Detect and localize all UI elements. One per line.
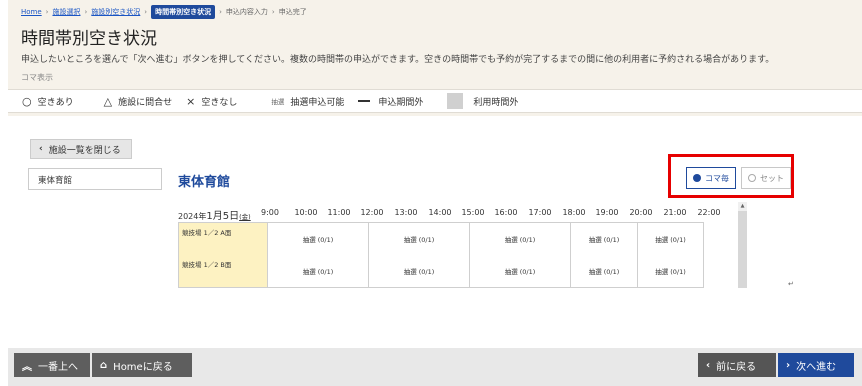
time-slot-cell[interactable]: 抽選 (0/1) xyxy=(470,223,571,255)
time-slot-cell[interactable]: 抽選 (0/1) xyxy=(571,223,638,255)
breadcrumb-separator-icon: › xyxy=(219,8,222,16)
next-button[interactable]: › 次へ進む xyxy=(778,353,854,377)
double-chevron-up-icon: ︽ xyxy=(22,361,32,373)
availability-legend: ○ 空きあり △ 施設に問合せ × 空きなし 抽選 抽選申込可能 申込期間外 利… xyxy=(8,89,862,113)
chevron-right-icon: › xyxy=(786,359,791,371)
prev-label: 前に戻る xyxy=(716,361,757,373)
hour-label: 22:00 xyxy=(697,208,721,217)
legend-label: 空きあり xyxy=(37,97,74,108)
return-mark-icon: ↵ xyxy=(788,280,794,288)
breadcrumb-facility-select[interactable]: 施設選択 xyxy=(52,7,80,17)
time-slot-cell[interactable]: 抽選 (0/1) xyxy=(470,255,571,287)
room-name: 競技場 1／2 A面 xyxy=(179,223,268,255)
timetable-grid: 競技場 1／2 A面 抽選 (0/1) 抽選 (0/1) 抽選 (0/1) 抽選… xyxy=(178,222,704,288)
mode-koma-button[interactable]: コマ毎 xyxy=(686,167,736,189)
scroll-to-top-label: 一番上へ xyxy=(38,361,78,373)
home-label: Homeに戻る xyxy=(113,361,173,373)
breadcrumb-separator-icon: › xyxy=(144,8,148,16)
hour-label: 14:00 xyxy=(428,208,452,217)
legend-available: ○ 空きあり xyxy=(22,95,74,108)
date-month-day: 1月5日 xyxy=(206,211,240,222)
scroll-up-icon[interactable]: ▲ xyxy=(738,202,747,211)
dash-icon xyxy=(358,100,371,102)
room-name: 競技場 1／2 B面 xyxy=(179,255,268,287)
chevron-left-icon: ‹ xyxy=(706,359,711,371)
legend-lottery: 抽選 抽選申込可能 xyxy=(271,95,344,108)
radio-selected-icon xyxy=(693,174,701,182)
hour-label: 18:00 xyxy=(562,208,586,217)
circle-icon: ○ xyxy=(22,94,32,108)
time-slot-cell[interactable]: 抽選 (0/1) xyxy=(638,223,703,255)
hour-label: 16:00 xyxy=(494,208,518,217)
time-slot-cell[interactable]: 抽選 (0/1) xyxy=(268,255,369,287)
hour-label: 17:00 xyxy=(528,208,552,217)
legend-label: 抽選申込可能 xyxy=(290,97,345,108)
display-mode-highlight: コマ毎 セット xyxy=(668,154,794,198)
cross-icon: × xyxy=(186,94,196,108)
breadcrumb-current: 時間帯別空き状況 xyxy=(151,5,216,19)
prev-button[interactable]: ‹ 前に戻る xyxy=(698,353,776,377)
legend-full: × 空きなし xyxy=(186,95,237,108)
table-row: 競技場 1／2 A面 抽選 (0/1) 抽選 (0/1) 抽選 (0/1) 抽選… xyxy=(179,223,703,255)
facility-list-item[interactable]: 東体育館 xyxy=(28,168,162,190)
triangle-icon: △ xyxy=(103,94,113,108)
date-day-of-week: (金) xyxy=(239,213,251,221)
facility-name: 東体育館 xyxy=(178,175,231,190)
time-slot-cell[interactable]: 抽選 (0/1) xyxy=(369,223,470,255)
mode-koma-label: コマ毎 xyxy=(705,173,729,183)
legend-label: 空きなし xyxy=(201,97,238,108)
date-year: 2024年 xyxy=(178,212,207,221)
home-icon: ⌂ xyxy=(100,359,108,371)
hour-label: 19:00 xyxy=(595,208,619,217)
table-row: 競技場 1／2 B面 抽選 (0/1) 抽選 (0/1) 抽選 (0/1) 抽選… xyxy=(179,255,703,287)
hour-label: 12:00 xyxy=(360,208,384,217)
lottery-icon: 抽選 xyxy=(271,98,285,106)
timetable-scrollbar[interactable] xyxy=(738,204,747,288)
breadcrumb-facility-vacancy[interactable]: 施設別空き状況 xyxy=(91,7,140,17)
mode-set-label: セット xyxy=(760,173,784,183)
legend-outside-hours: 利用時間外 xyxy=(447,93,518,109)
time-slot-cell[interactable]: 抽選 (0/1) xyxy=(638,255,703,287)
radio-unselected-icon xyxy=(748,174,756,182)
instructions-text: 申込したいところを選んで「次へ進む」ボタンを押してください。複数の時間帯の申込が… xyxy=(21,55,775,65)
breadcrumb-application-input: 申込内容入力 xyxy=(225,8,268,16)
hour-label: 20:00 xyxy=(629,208,653,217)
gray-box-icon xyxy=(447,93,464,109)
breadcrumb-separator-icon: › xyxy=(271,8,275,16)
hour-label: 11:00 xyxy=(327,208,351,217)
hour-label: 15:00 xyxy=(461,208,485,217)
scroll-to-top-button[interactable]: ︽ 一番上へ xyxy=(14,353,90,377)
legend-out-of-period: 申込期間外 xyxy=(358,95,423,108)
legend-label: 施設に問合せ xyxy=(118,97,173,108)
page-title: 時間帯別空き状況 xyxy=(21,29,157,49)
legend-label: 利用時間外 xyxy=(473,97,519,108)
hour-label: 21:00 xyxy=(663,208,687,217)
next-label: 次へ進む xyxy=(796,361,837,373)
breadcrumb-separator-icon: › xyxy=(84,8,88,16)
breadcrumb-separator-icon: › xyxy=(45,8,49,16)
timetable-date: 2024年1月5日(金) xyxy=(178,207,251,222)
legend-label: 申込期間外 xyxy=(378,97,424,108)
close-facility-list-button[interactable]: ‹ 施設一覧を閉じる xyxy=(30,139,132,159)
time-slot-cell[interactable]: 抽選 (0/1) xyxy=(571,255,638,287)
breadcrumb-application-done: 申込完了 xyxy=(278,8,307,16)
breadcrumb-home[interactable]: Home xyxy=(21,8,42,16)
breadcrumb: Home › 施設選択 › 施設別空き状況 › 時間帯別空き状況 › 申込内容入… xyxy=(21,5,307,19)
time-slot-cell[interactable]: 抽選 (0/1) xyxy=(369,255,470,287)
mode-set-button[interactable]: セット xyxy=(741,167,791,189)
hour-label: 9:00 xyxy=(261,208,279,217)
koma-display-label: コマ表示 xyxy=(21,73,53,82)
footer-bar: ︽ 一番上へ ⌂ Homeに戻る ‹ 前に戻る › 次へ進む xyxy=(8,348,862,386)
chevron-left-icon: ‹ xyxy=(39,144,43,154)
hour-label: 10:00 xyxy=(294,208,318,217)
home-button[interactable]: ⌂ Homeに戻る xyxy=(92,353,192,377)
hour-label: 13:00 xyxy=(394,208,418,217)
close-facility-list-label: 施設一覧を閉じる xyxy=(48,145,121,156)
time-slot-cell[interactable]: 抽選 (0/1) xyxy=(268,223,369,255)
legend-inquire: △ 施設に問合せ xyxy=(104,95,172,108)
